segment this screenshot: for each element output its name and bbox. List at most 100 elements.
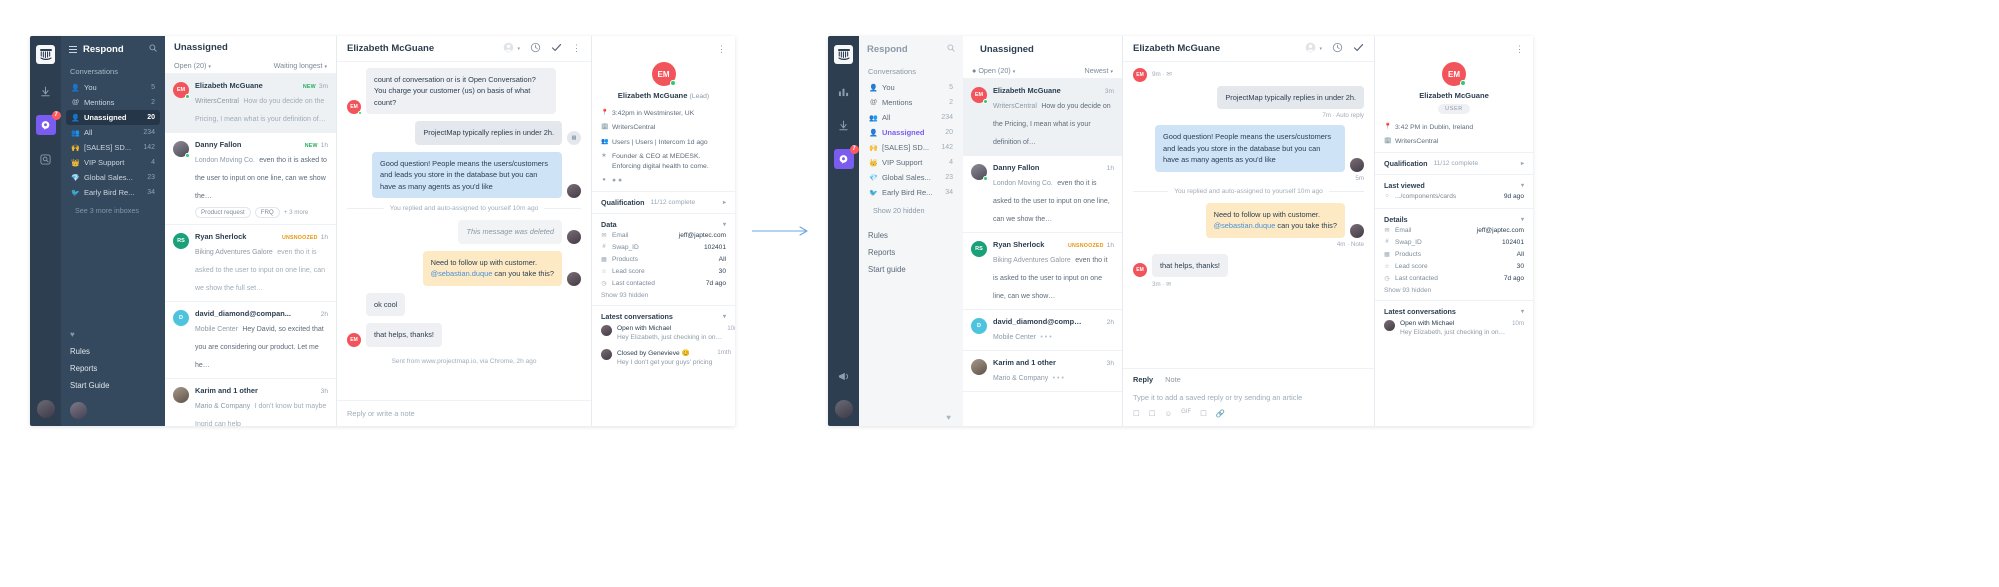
nav-item-start-guide[interactable]: Start guide (868, 261, 954, 278)
search-icon[interactable] (149, 44, 157, 54)
latest-conversation-item[interactable]: Closed by Genevieve 😊 Hey I don't get yo… (601, 345, 731, 370)
nav-item-you[interactable]: 👤 You 5 (864, 80, 958, 95)
composer-before[interactable]: Reply or write a note (337, 400, 591, 426)
heart-icon[interactable]: ♥ (61, 327, 165, 343)
link-icon[interactable]: 🔗 (1216, 409, 1225, 418)
mention-link[interactable]: @sebastian.duque (1214, 221, 1276, 230)
nav-item-early-bird[interactable]: 🐦 Early Bird Re... 34 (864, 185, 958, 200)
nav-item-global-sales[interactable]: 💎 Global Sales... 23 (864, 170, 958, 185)
last-viewed-path: .../components/cards (1395, 192, 1457, 200)
rail-user-avatar[interactable] (36, 400, 55, 418)
show-hidden-link[interactable]: Show 93 hidden (1384, 284, 1524, 294)
chevron-right-icon[interactable]: ▸ (723, 199, 726, 206)
nav-item-early-bird[interactable]: 🐦 Early Bird Re... 34 (66, 185, 160, 200)
nav-item-rules[interactable]: Rules (70, 343, 156, 360)
nav-item-you[interactable]: 👤 You 5 (66, 80, 160, 95)
nav-item-reports[interactable]: Reports (70, 360, 156, 377)
nav-item-start-guide[interactable]: Start Guide (70, 377, 156, 394)
list-item[interactable]: D david_diamond@compan... 2h Mobile Cent… (165, 302, 336, 379)
search-icon[interactable] (947, 44, 955, 54)
image-icon[interactable]: GIF (1181, 409, 1191, 418)
list-item[interactable]: D david_diamond@comp… 2h Mobile Center •… (963, 310, 1122, 351)
nav-item-vip-support[interactable]: 👑 VIP Support 4 (864, 155, 958, 170)
list-item[interactable]: Karim and 1 other 3h Mario & Company ••• (963, 351, 1122, 392)
more-options-icon[interactable]: ⋮ (1515, 44, 1524, 55)
composer-input[interactable]: Type it to add a saved reply or try send… (1123, 384, 1374, 409)
snooze-clock-icon[interactable] (1332, 40, 1343, 58)
people-icon: 👥 (601, 138, 609, 145)
filter-status[interactable]: ● Open (20) ▾ (972, 66, 1015, 75)
rail-icon-home[interactable] (834, 115, 854, 135)
mention-link[interactable]: @sebastian.duque (431, 269, 493, 278)
nav-item-rules[interactable]: Rules (868, 227, 954, 244)
qualification-section[interactable]: Qualification 11/12 complete ▸ (592, 191, 735, 213)
heart-icon[interactable]: ♥ (859, 410, 963, 426)
list-item[interactable]: EM Elizabeth McGuane 3m WritersCentral H… (963, 79, 1122, 156)
chevron-down-icon[interactable]: ▾ (1521, 216, 1524, 223)
nav-item-global-sales[interactable]: 💎 Global Sales... 23 (66, 170, 160, 185)
assignee-avatar-icon[interactable] (1305, 40, 1316, 58)
qualification-section[interactable]: Qualification 11/12 complete ▸ (1375, 152, 1533, 174)
tab-reply[interactable]: Reply (1133, 375, 1153, 384)
gif-icon[interactable]: ☺ (1164, 409, 1172, 418)
nav-item-mentions[interactable]: @ Mentions 2 (864, 95, 958, 110)
nav-item-all[interactable]: 👥 All 234 (864, 110, 958, 125)
latest-conversation-item[interactable]: Open with Michael Hey Elizabeth, just ch… (1384, 316, 1524, 340)
chevron-down-icon[interactable]: ▾ (517, 46, 520, 52)
avatar: EM (347, 332, 361, 347)
latest-conversation-item[interactable]: Open with Michael Hey Elizabeth, just ch… (601, 321, 735, 345)
more-options-icon[interactable]: ⋮ (572, 43, 581, 54)
snooze-clock-icon[interactable] (530, 40, 541, 58)
rail-icon-reports[interactable] (834, 81, 854, 101)
list-item[interactable]: RS Ryan Sherlock UNSNOOZED 1h Biking Adv… (963, 233, 1122, 310)
nav-item-unassigned[interactable]: 👤 Unassigned 20 (864, 125, 958, 140)
nav-user-avatar[interactable] (70, 402, 87, 419)
chevron-down-icon[interactable]: ▾ (1319, 46, 1322, 52)
menu-icon[interactable] (69, 45, 77, 53)
nav-item-reports[interactable]: Reports (868, 244, 954, 261)
filter-sort[interactable]: Waiting longest ▾ (274, 61, 327, 70)
video-icon[interactable]: ☐ (1200, 409, 1207, 418)
list-item[interactable]: Danny Fallon NEW 1h London Moving Co. ev… (165, 133, 336, 225)
close-check-icon[interactable] (551, 40, 562, 58)
see-more-inboxes-link[interactable]: See 3 more inboxes (61, 200, 165, 221)
nav-item-all[interactable]: 👥 All 234 (66, 125, 160, 140)
nav-item-sales-sd[interactable]: 🙌 [SALES] SD... 142 (864, 140, 958, 155)
nav-item-sales-sd[interactable]: 🙌 [SALES] SD... 142 (66, 140, 160, 155)
emoji-icon[interactable]: ☐ (1133, 409, 1140, 418)
chevron-right-icon[interactable]: ▸ (1521, 160, 1524, 167)
rail-icon-home[interactable] (36, 81, 56, 101)
tag-chip[interactable]: FRQ (254, 206, 280, 218)
email-icon: ✉ (601, 232, 607, 239)
thread-header: Elizabeth McGuane ▾ ⋮ (337, 36, 591, 62)
nav-item-label: Unassigned (882, 128, 925, 137)
rail-icon-broadcast[interactable] (834, 366, 854, 386)
rail-icon-search[interactable] (36, 149, 56, 169)
rail-icon-inbox[interactable]: 7 (833, 145, 859, 169)
conversation-thread-after: Elizabeth McGuane ▾ EM 9m · ✉ ProjectMap… (1123, 36, 1375, 426)
rail-icon-inbox[interactable]: 7 (35, 111, 61, 135)
nav-item-mentions[interactable]: @ Mentions 2 (66, 95, 160, 110)
more-options-icon[interactable]: ⋮ (717, 44, 726, 55)
assignee-avatar-icon[interactable] (503, 40, 514, 58)
attachment-icon[interactable]: ☐ (1149, 409, 1156, 418)
tag-chip-more[interactable]: + 3 more (284, 209, 309, 216)
chevron-down-icon[interactable]: ▾ (723, 313, 726, 320)
chevron-down-icon[interactable]: ▾ (1521, 308, 1524, 315)
list-item[interactable]: Karim and 1 other 3h Mario & Company I d… (165, 379, 336, 426)
show-hidden-inboxes-link[interactable]: Show 20 hidden (859, 200, 963, 221)
close-check-icon[interactable] (1353, 40, 1364, 58)
filter-sort[interactable]: Newest ▾ (1085, 66, 1113, 75)
list-item[interactable]: EM Elizabeth McGuane NEW 3m WritersCentr… (165, 73, 336, 133)
list-item[interactable]: RS Ryan Sherlock UNSNOOZED 1h Biking Adv… (165, 225, 336, 302)
nav-item-vip-support[interactable]: 👑 VIP Support 4 (66, 155, 160, 170)
rail-user-avatar[interactable] (834, 400, 853, 418)
tab-note[interactable]: Note (1165, 375, 1181, 384)
list-item[interactable]: Danny Fallon 1h London Moving Co. even t… (963, 156, 1122, 233)
chevron-down-icon[interactable]: ▾ (1521, 182, 1524, 189)
show-hidden-link[interactable]: Show 93 hidden (601, 289, 726, 299)
tag-chip[interactable]: Product request (195, 206, 251, 218)
nav-item-unassigned[interactable]: 👤 Unassigned 20 (66, 110, 160, 125)
filter-status[interactable]: Open (20) ▾ (174, 61, 211, 70)
chevron-down-icon[interactable]: ▾ (723, 221, 726, 228)
